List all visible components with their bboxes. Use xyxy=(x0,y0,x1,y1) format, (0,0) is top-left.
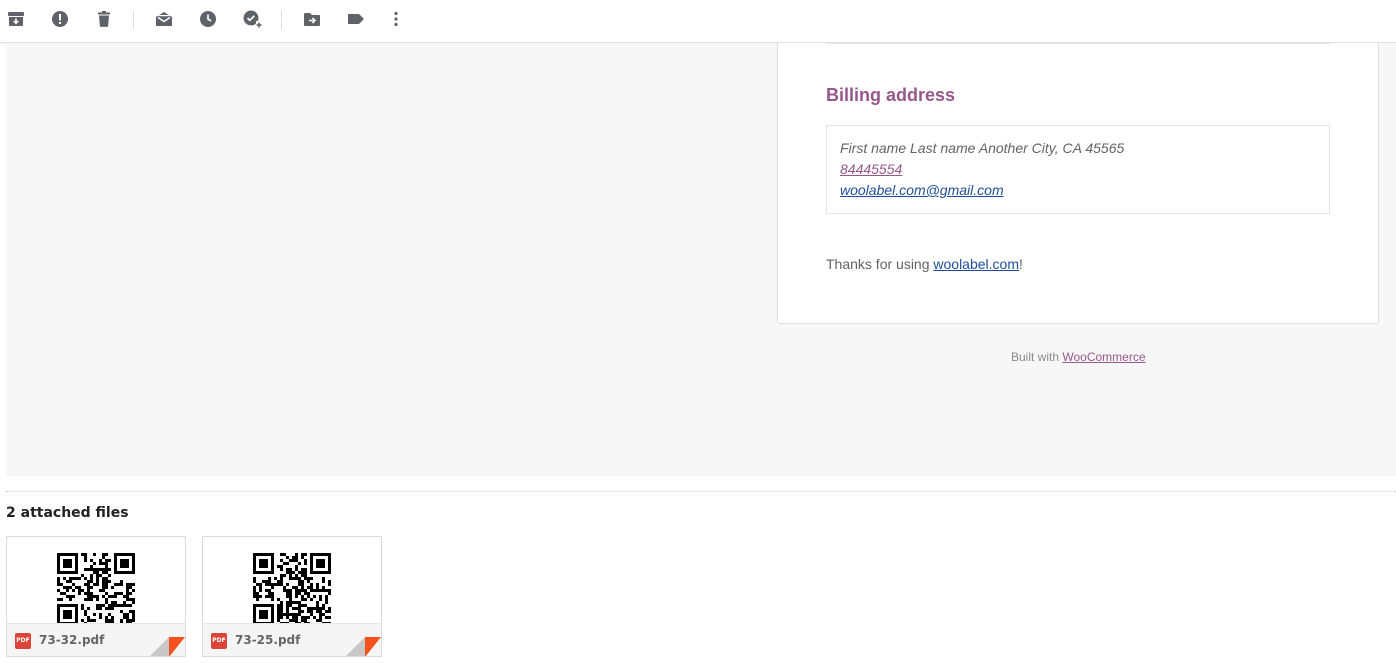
attachment-thumbnail xyxy=(7,537,185,623)
woolabel-link[interactable]: woolabel.com xyxy=(933,256,1019,272)
more-options-icon[interactable] xyxy=(386,9,406,29)
qr-code-preview xyxy=(253,553,331,623)
move-to-icon[interactable] xyxy=(302,9,322,29)
footer-prefix: Built with xyxy=(1011,350,1063,364)
pdf-file-icon: PDF xyxy=(211,633,227,649)
add-task-icon[interactable] xyxy=(242,9,262,29)
attachment-thumbnail xyxy=(203,537,381,623)
message-toolbar xyxy=(0,0,1396,43)
snooze-icon[interactable] xyxy=(198,9,218,29)
email-footer: Built with WooCommerce xyxy=(1011,350,1146,364)
toolbar-separator xyxy=(133,10,134,30)
thanks-suffix: ! xyxy=(1019,256,1023,272)
label-icon[interactable] xyxy=(346,9,366,29)
page-fold-icon xyxy=(346,637,381,656)
attachment-info-bar: PDF 73-25.pdf xyxy=(203,623,381,656)
attachments-divider xyxy=(6,491,1396,492)
qr-code-preview xyxy=(57,553,135,623)
report-spam-icon[interactable] xyxy=(50,9,70,29)
billing-address-title: Billing address xyxy=(826,85,956,105)
pdf-file-icon: PDF xyxy=(15,633,31,649)
address-line: First name Last name Another City, CA 45… xyxy=(840,140,1125,156)
attachment-card[interactable]: PDF 73-32.pdf xyxy=(6,536,186,657)
billing-address-box: First name Last name Another City, CA 45… xyxy=(826,125,1330,214)
attachment-filename: 73-25.pdf xyxy=(235,633,301,647)
attachment-card[interactable]: PDF 73-25.pdf xyxy=(202,536,382,657)
attachments-heading: 2 attached files xyxy=(6,505,129,521)
order-email-card: Billing address First name Last name Ano… xyxy=(777,43,1379,324)
attachment-filename: 73-32.pdf xyxy=(39,633,105,647)
archive-icon[interactable] xyxy=(6,9,26,29)
thanks-prefix: Thanks for using xyxy=(826,256,934,272)
attachment-info-bar: PDF 73-32.pdf xyxy=(7,623,185,656)
thanks-text: Thanks for using woolabel.com! xyxy=(826,256,1023,272)
card-divider xyxy=(826,43,1330,44)
phone-link[interactable]: 84445554 xyxy=(840,161,902,177)
mark-unread-icon[interactable] xyxy=(154,9,174,29)
woocommerce-link[interactable]: WooCommerce xyxy=(1062,350,1145,364)
email-link[interactable]: woolabel.com@gmail.com xyxy=(840,182,1004,198)
page-fold-icon xyxy=(150,637,185,656)
toolbar-separator xyxy=(281,10,282,30)
delete-icon[interactable] xyxy=(94,9,114,29)
